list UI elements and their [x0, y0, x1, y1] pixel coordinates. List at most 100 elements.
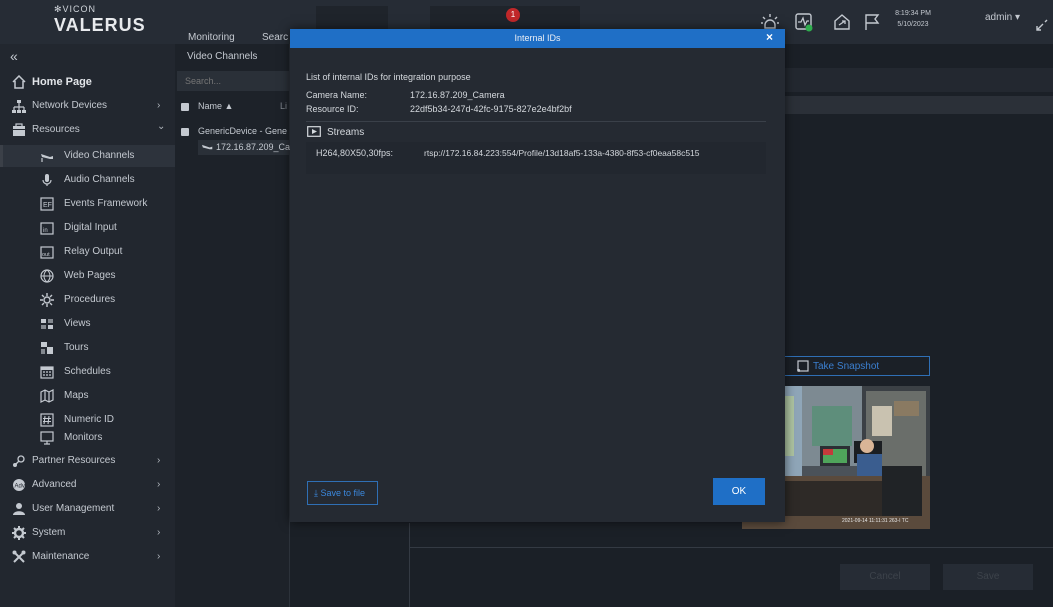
map-icon — [40, 389, 54, 403]
sidebar-item-label: Monitors — [64, 432, 103, 443]
collapse-all-icon[interactable] — [181, 103, 189, 111]
collapse-sidebar-icon[interactable]: « — [10, 48, 18, 64]
clock: 8:19:34 PM 5/10/2023 — [889, 8, 937, 30]
save-to-file-label: ⤓ Save to file — [314, 488, 366, 498]
cancel-button[interactable]: Cancel — [840, 564, 930, 590]
sidebar-item-network-devices[interactable]: Network Devices › — [0, 95, 175, 117]
sidebar-item-schedules[interactable]: Schedules — [0, 361, 175, 383]
column-header-partial[interactable]: Li — [280, 101, 287, 111]
search-input[interactable] — [177, 71, 289, 91]
sidebar-item-system[interactable]: System › — [0, 522, 175, 544]
relay-output-icon: out — [40, 246, 54, 259]
clock-time: 8:19:34 PM — [895, 10, 931, 17]
selected-camera-row[interactable]: 172.16.87.209_Ca — [198, 140, 290, 155]
monitor-icon — [40, 431, 54, 445]
ok-button[interactable]: OK — [713, 478, 765, 505]
nav-search[interactable]: Searc — [262, 0, 288, 44]
health-monitor-icon[interactable] — [794, 12, 814, 32]
events-icon: EF — [40, 197, 54, 211]
sidebar-item-label: Numeric ID — [64, 414, 115, 425]
sidebar-item-resources[interactable]: Resources ⌄ — [0, 119, 175, 141]
stream-format: H264,80X50,30fps: — [316, 148, 394, 158]
sidebar-item-audio-channels[interactable]: Audio Channels — [0, 169, 175, 191]
sidebar-item-events-framework[interactable]: EF Events Framework — [0, 193, 175, 215]
group-collapse-icon[interactable] — [181, 128, 189, 136]
svg-text:Adv: Adv — [15, 484, 25, 490]
sidebar-item-label: Partner Resources — [32, 455, 116, 466]
sidebar-item-label: Tours — [64, 342, 89, 353]
camera-icon — [41, 154, 53, 162]
sidebar-item-web-pages[interactable]: Web Pages — [0, 265, 175, 287]
export-icon[interactable] — [832, 12, 852, 32]
minimize-icon[interactable] — [1035, 18, 1049, 32]
sidebar-item-monitors[interactable]: Monitors — [0, 427, 175, 449]
stream-url: rtsp://172.16.84.223:554/Profile/13d18af… — [424, 148, 700, 158]
user-icon — [13, 503, 25, 515]
sidebar-item-tours[interactable]: Tours — [0, 337, 175, 359]
snapshot-label: Take Snapshot — [813, 361, 880, 372]
sidebar-item-maps[interactable]: Maps — [0, 385, 175, 407]
streams-icon — [307, 126, 321, 137]
notification-badge[interactable]: 1 — [506, 8, 520, 22]
views-icon — [41, 319, 53, 329]
sidebar-item-advanced[interactable]: Adv Advanced › — [0, 474, 175, 496]
digital-input-icon: in — [40, 222, 54, 235]
sidebar-item-label: Network Devices — [32, 100, 108, 111]
preview-timestamp: 2021-09-14 11:11:31 263-I TC — [842, 518, 909, 524]
sidebar-item-relay-output[interactable]: out Relay Output — [0, 241, 175, 263]
svg-text:EF: EF — [43, 202, 52, 209]
dialog-title: Internal IDs — [514, 33, 561, 43]
sidebar-item-label: Maps — [64, 390, 89, 401]
logo-product: VALERUS — [54, 15, 146, 35]
close-icon[interactable]: × — [766, 30, 773, 44]
internal-ids-dialog — [290, 29, 785, 522]
sidebar-item-label: User Management — [32, 503, 115, 514]
gear-icon — [12, 526, 26, 540]
chevron-right-icon: › — [157, 527, 161, 538]
numeric-id-icon — [40, 413, 54, 427]
sidebar-item-label: Procedures — [64, 294, 116, 305]
details-header — [775, 68, 1053, 92]
save-button[interactable]: Save — [943, 564, 1033, 590]
streams-heading: Streams — [327, 127, 365, 138]
sidebar-item-views[interactable]: Views — [0, 313, 175, 335]
device-group-row[interactable]: GenericDevice - Gene — [198, 126, 289, 136]
sidebar-item-label: Schedules — [64, 366, 111, 377]
partner-icon — [13, 455, 25, 467]
sidebar-item-label: Audio Channels — [64, 174, 135, 185]
save-to-file-button[interactable]: ⤓ Save to file — [307, 481, 378, 505]
chevron-right-icon: › — [157, 551, 161, 562]
sidebar-item-label: Digital Input — [64, 222, 117, 233]
resources-icon — [13, 123, 25, 136]
sidebar-item-label: Home Page — [32, 76, 92, 88]
home-icon — [12, 75, 26, 89]
chevron-right-icon: › — [157, 503, 161, 514]
svg-text:in: in — [43, 228, 48, 234]
sidebar-item-video-channels[interactable]: Video Channels — [0, 145, 175, 167]
sidebar-item-procedures[interactable]: Procedures — [0, 289, 175, 311]
sidebar-item-home[interactable]: Home Page — [0, 71, 175, 93]
sidebar-item-partner-resources[interactable]: Partner Resources › — [0, 450, 175, 472]
chevron-right-icon: › — [157, 100, 161, 111]
tours-icon — [41, 342, 53, 354]
camera-name-label: Camera Name: — [306, 90, 368, 100]
sidebar-item-digital-input[interactable]: in Digital Input — [0, 217, 175, 239]
column-header-name[interactable]: Name ▲ — [198, 101, 233, 111]
sidebar-item-label: Advanced — [32, 479, 77, 490]
flag-icon[interactable] — [862, 12, 882, 32]
sidebar-item-label: Events Framework — [64, 198, 148, 209]
dialog-divider — [306, 121, 766, 122]
chevron-down-icon: ⌄ — [157, 121, 166, 132]
sidebar-item-user-management[interactable]: User Management › — [0, 498, 175, 520]
sidebar-item-label: Web Pages — [64, 270, 116, 281]
sidebar-item-label: Maintenance — [32, 551, 90, 562]
user-menu[interactable]: admin ▾ — [985, 12, 1020, 23]
nav-monitoring[interactable]: Monitoring — [188, 0, 235, 44]
clock-date: 5/10/2023 — [897, 21, 929, 28]
globe-icon — [40, 269, 54, 283]
logo-brand: ✻VICON — [54, 4, 97, 14]
sidebar-item-maintenance[interactable]: Maintenance › — [0, 546, 175, 568]
valerus-logo: ✻VICON VALERUS — [54, 4, 146, 40]
resource-id-label: Resource ID: — [306, 104, 359, 114]
details-toolbar — [775, 96, 1053, 114]
